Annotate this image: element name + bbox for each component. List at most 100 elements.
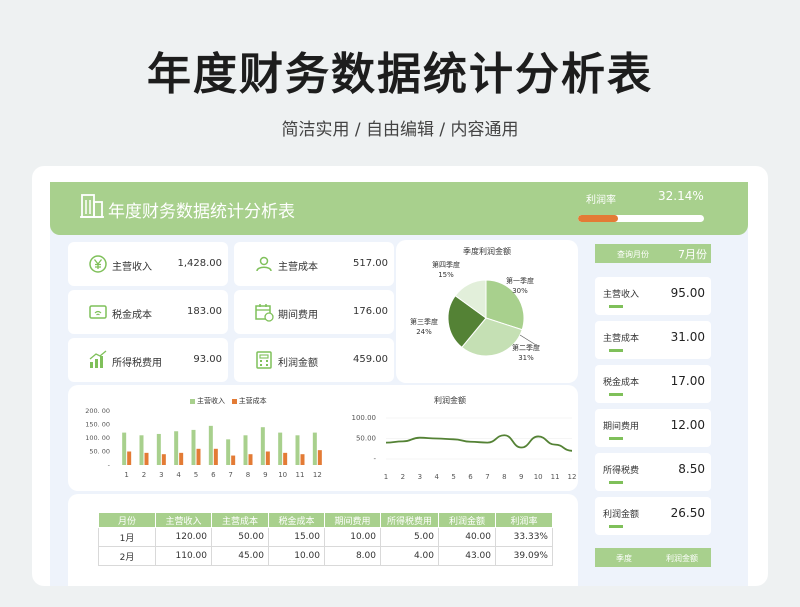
user-icon (256, 256, 272, 272)
bar-mark (295, 435, 300, 465)
table-cell: 45.00 (211, 546, 269, 566)
kpi-card: 主营收入 1,428.00 (68, 242, 228, 286)
side-stat-card: 主营收入 95.00 (595, 277, 711, 315)
bar-y-tick-label: 150. 00 (85, 421, 110, 429)
profit-rate-value: 32.14% (658, 189, 704, 203)
table-row: 2月 110.00 45.00 10.00 8.00 4.00 43.00 39… (98, 546, 553, 566)
bar-mark (179, 452, 184, 465)
bar-mark (231, 455, 236, 465)
table-cell: 1月 (98, 527, 156, 547)
line-y-tick-label: - (373, 455, 376, 463)
table-header-row: 月份 主营收入 主营成本 税金成本 期间费用 所得税费用 利润金额 利润率 (98, 512, 553, 528)
bar-chart-icon (89, 350, 107, 368)
line-series (385, 434, 573, 452)
bar-x-tick-label: 6 (211, 471, 216, 479)
side-stat-value: 8.50 (678, 462, 705, 476)
kpi-label: 期间费用 (278, 310, 318, 321)
kpi-label: 主营成本 (278, 262, 318, 273)
bar-y-tick-label: 50. 00 (89, 448, 110, 456)
line-x-tick-label: 6 (468, 473, 473, 481)
line-x-tick-label: 8 (502, 473, 506, 481)
pie-label-q3: 第三季度 24% (410, 318, 438, 336)
kpi-value: 93.00 (193, 354, 222, 365)
bar-mark (312, 432, 317, 465)
side-stat-bar (609, 437, 623, 440)
table-cell: 15.00 (268, 527, 325, 547)
bar-mark (213, 448, 218, 465)
table-cell: 2月 (98, 546, 156, 566)
table-header-cell: 主营成本 (211, 512, 269, 528)
line-x-tick-label: 2 (401, 473, 405, 481)
line-x-tick-label: 1 (384, 473, 388, 481)
table-header-cell: 利润率 (495, 512, 553, 528)
yen-coin-icon (89, 255, 107, 273)
charts-panel: 主营收入 主营成本 200. 00 150. 00 100. 00 50. 00-1 2… (68, 385, 578, 491)
side-stat-value: 95.00 (670, 286, 705, 300)
bar-mark (248, 454, 253, 465)
table-cell: 10.00 (268, 546, 325, 566)
table-header-cell: 所得税费用 (380, 512, 439, 528)
table-cell: 50.00 (211, 527, 269, 547)
table-cell: 120.00 (155, 527, 212, 547)
bar-mark (278, 432, 283, 465)
bar-mark (300, 454, 305, 465)
header-bar: 年度财务数据统计分析表 利润率 32.14% (50, 182, 748, 235)
table-header-cell: 月份 (98, 512, 156, 528)
kpi-value: 517.00 (353, 258, 388, 269)
bar-mark (191, 429, 196, 465)
line-x-tick-label: 11 (551, 473, 560, 481)
bar-x-tick-label: 8 (246, 471, 250, 479)
header-title: 年度财务数据统计分析表 (108, 202, 295, 222)
line-x-tick-label: 3 (418, 473, 422, 481)
dashboard-sheet: 年度财务数据统计分析表 利润率 32.14% 主营收入 1,428.00 主营成… (50, 182, 748, 586)
table-header-cell: 税金成本 (268, 512, 325, 528)
bar-mark (127, 451, 132, 465)
table-cell: 39.09% (495, 546, 553, 566)
table-header-cell: 主营收入 (155, 512, 212, 528)
bar-mark (208, 425, 213, 465)
kpi-value: 1,428.00 (177, 258, 222, 269)
side-stat-card: 税金成本 17.00 (595, 365, 711, 403)
side-stat-card: 利润金额 26.50 (595, 497, 711, 535)
bar-y-tick-label: - (108, 461, 111, 469)
table-header-cell: 利润金额 (438, 512, 496, 528)
bar-x-tick-label: 10 (278, 471, 287, 479)
line-y-tick-label: 50.00 (356, 435, 376, 443)
pie-chart (447, 279, 537, 357)
side-stat-label: 税金成本 (603, 378, 640, 388)
kpi-panel: 主营收入 1,428.00 主营成本 517.00 税金成本 183.00 期间… (68, 242, 396, 382)
calendar-icon (255, 304, 274, 322)
calculator-icon (256, 351, 272, 369)
pie-label-q4: 第四季度 15% (432, 261, 460, 279)
line-x-tick-label: 4 (434, 473, 439, 481)
bar-x-tick-label: 4 (176, 471, 181, 479)
bar-chart: 200. 00150. 00100. 0050. 00-1 2 3 4 5 6 7 8 9 10 1… (85, 407, 322, 479)
kpi-card: 利润金额 459.00 (234, 338, 394, 382)
bar-x-tick-label: 9 (263, 471, 267, 479)
side-stat-label: 所得税费 (603, 466, 640, 476)
bar-x-tick-label: 5 (194, 471, 198, 479)
side-stat-label: 期间费用 (603, 422, 640, 432)
building-icon (80, 194, 104, 218)
table-cell: 33.33% (495, 527, 553, 547)
bar-mark (317, 450, 322, 465)
query-month-selector[interactable]: 查询月份 7月份 (595, 244, 711, 263)
side-footer-profit: 利润金额 (666, 554, 698, 563)
side-stat-card: 主营成本 31.00 (595, 321, 711, 359)
bar-mark (144, 452, 149, 465)
monthly-data-table: 月份 主营收入 主营成本 税金成本 期间费用 所得税费用 利润金额 利润率 1月… (98, 512, 553, 566)
profit-rate-label: 利润率 (586, 195, 616, 206)
bar-mark (243, 435, 248, 465)
kpi-value: 183.00 (187, 306, 222, 317)
side-stat-bar (609, 525, 623, 528)
side-stat-label: 主营成本 (603, 334, 640, 344)
side-footer-header: 季度 利润金额 (595, 548, 711, 567)
query-month-value[interactable]: 7月份 (678, 246, 707, 262)
bar-x-tick-label: 2 (142, 471, 146, 479)
kpi-label: 利润金额 (278, 358, 318, 369)
side-stat-label: 主营收入 (603, 290, 640, 300)
line-x-tick-label: 12 (568, 473, 576, 481)
table-cell: 110.00 (155, 546, 212, 566)
pie-chart-panel: 季度利润金额 第一季度 30% 第二季度 31% 第三季度 24% 第四季度 15% (396, 240, 578, 383)
table-cell: 8.00 (324, 546, 381, 566)
